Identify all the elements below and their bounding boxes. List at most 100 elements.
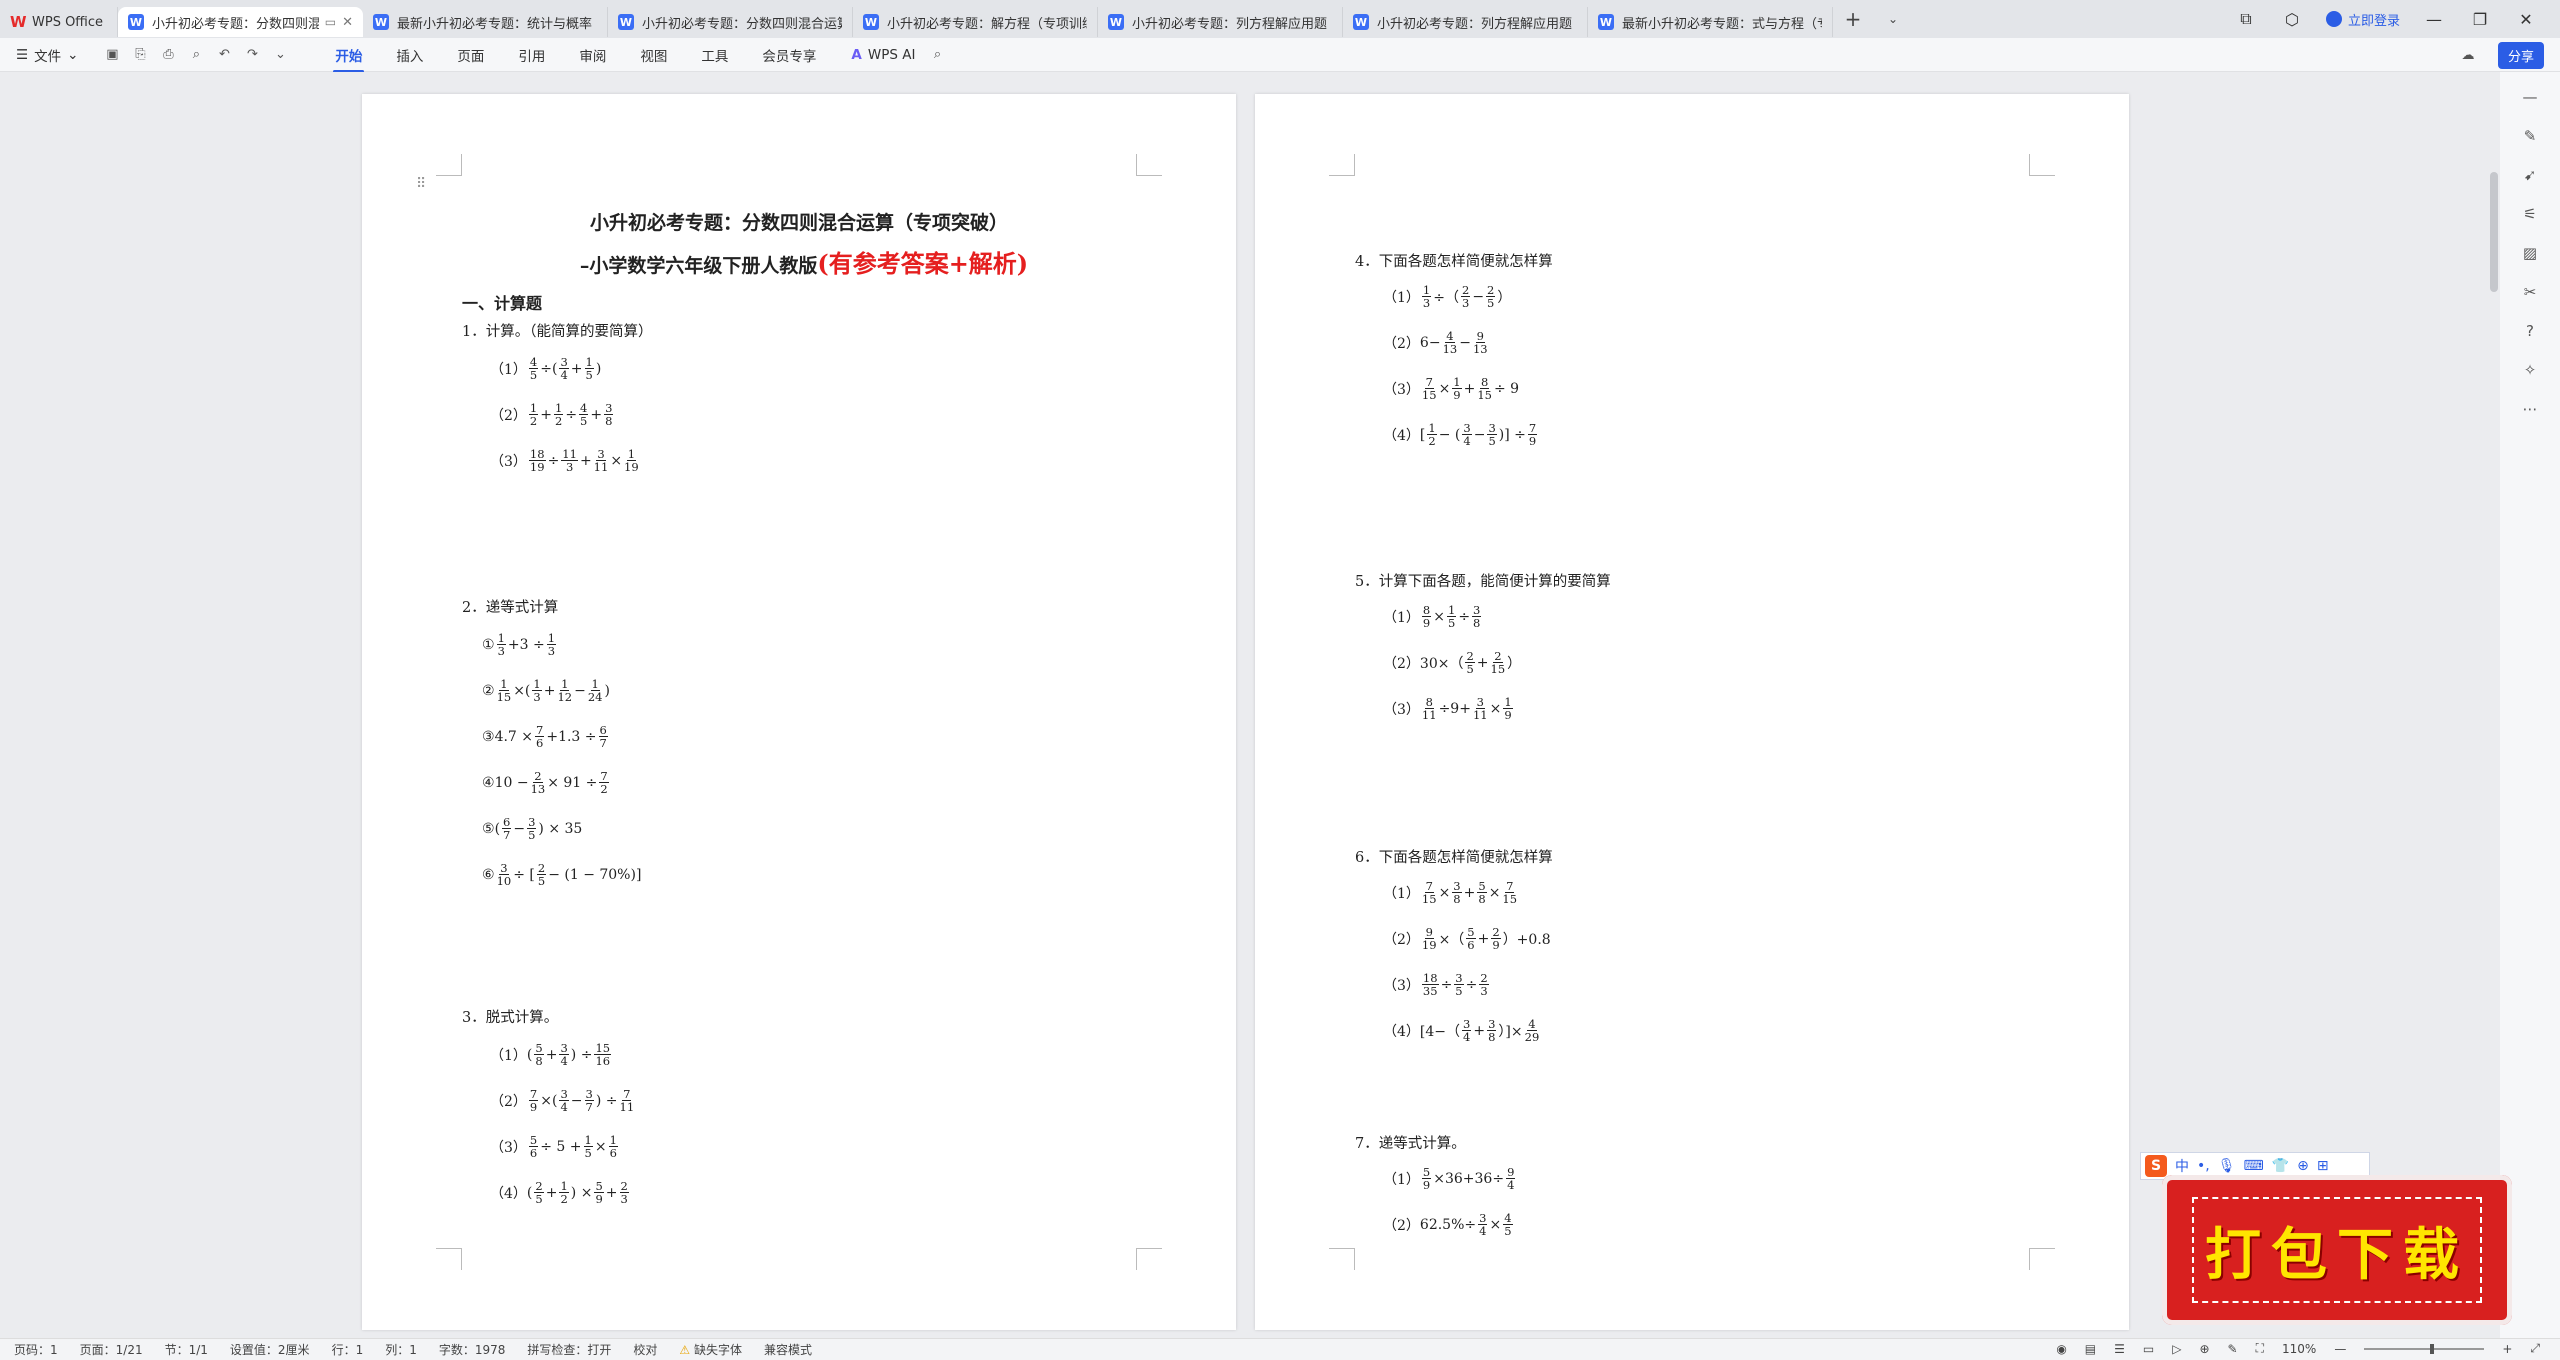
chevron-down-icon[interactable]: ⌄ [272,47,288,63]
save-icon[interactable]: ▣ [104,47,120,63]
title-bar: W WPS Office W 小升初必考专题：分数四则混合运算 ▭ ✕ W 最新… [0,0,2560,38]
new-tab-button[interactable]: + [1833,7,1873,31]
q4-item-1: （1） 1 3 ÷（ 2 3−2 5） [1383,283,1512,311]
minimize-button[interactable]: — [2422,10,2446,29]
close-tab-icon[interactable]: ✕ [342,15,353,30]
menu-review[interactable]: 审阅 [577,41,608,69]
avatar-icon [2325,11,2342,27]
tab-list-chevron-icon[interactable]: ⌄ [1873,12,1913,26]
monitor-icon[interactable]: ▭ [325,15,336,29]
q3-item-3: （3） 5 6 ÷ 5 + 1 5 × 16 [490,1133,618,1161]
question-1: 1．计算。（能简算的要简算） [462,324,653,340]
zoom-level[interactable]: 110% [2282,1342,2316,1356]
question-5: 5．计算下面各题，能简便计算的要简算 [1355,574,1611,590]
export-icon[interactable]: ⎘ [132,47,148,63]
adjust-icon[interactable]: ⚟ [2521,205,2539,223]
right-side-panel: — ✎ ➹ ⚟ ▨ ✂ ? ✧ ⋯ [2500,72,2560,1338]
tab-doc[interactable]: W 最新小升初必考专题：式与方程（专 [1588,7,1833,37]
wps-ai-button[interactable]: A WPS AI [851,47,915,63]
drag-handle-icon[interactable]: ⠿ [416,176,426,192]
read-icon[interactable]: ▭ [2143,1342,2154,1356]
print-preview-icon[interactable]: ⌕ [188,47,204,63]
missing-font-button[interactable]: ⚠ 缺失字体 [679,1341,742,1358]
ai-icon: A [851,46,862,63]
search-icon[interactable]: ⌕ [929,47,945,63]
vertical-scrollbar[interactable] [2490,172,2498,292]
page-corner [1136,154,1162,176]
play-icon[interactable]: ▷ [2172,1342,2181,1356]
document-page-1[interactable]: ⠿ 小升初必考专题：分数四则混合运算（专项突破） –小学数学六年级下册人教版(有… [362,94,1236,1330]
q2-item-4: ④ 10 − 2 13 × 91 ÷ 72 [482,769,609,797]
q3-item-1: （1）(5 8 +3 4) ÷ 15 16 [490,1041,612,1069]
q1-item-3: （3） 18 19 ÷ 11 3 +3 11 × 1 19 [490,447,639,475]
page-view-icon[interactable]: ▤ [2085,1342,2096,1356]
q6-item-1: （1） 7 15 × 3 8 +5 8 × 7 15 [1383,879,1518,907]
tab-doc[interactable]: W 小升初必考专题：列方程解应用题（ [1098,7,1343,37]
file-menu[interactable]: ☰ 文件 ⌄ [16,45,78,65]
q2-item-3: ③ 4.7 × 7 6 +1.3 ÷ 67 [482,723,608,751]
fit-icon[interactable]: ⛶ [2256,1341,2264,1356]
q5-item-2: （2） 30×（ 2 5 +2 15） [1383,649,1522,677]
menu-member[interactable]: 会员专享 [760,41,818,69]
zoom-slider-knob[interactable] [2430,1343,2435,1354]
page-corner [1329,154,1355,176]
download-promo-banner[interactable]: 打包下载 [2162,1175,2512,1325]
outline-icon[interactable]: ☰ [2114,1342,2125,1356]
write-icon[interactable]: ✎ [2228,1342,2238,1356]
menu-view[interactable]: 视图 [638,41,669,69]
eye-icon[interactable]: ◉ [2056,1342,2066,1356]
tab-wps-office[interactable]: W WPS Office [0,7,118,37]
ribbon-toolbar: ☰ 文件 ⌄ ▣ ⎘ ⎙ ⌕ ↶ ↷ ⌄ 开始 插入 页面 引用 审阅 视图 工… [0,38,2560,73]
zoom-in-button[interactable]: + [2502,1342,2512,1356]
menu-insert[interactable]: 插入 [394,41,425,69]
question-7: 7．递等式计算。 [1355,1136,1466,1152]
redo-icon[interactable]: ↷ [244,47,260,63]
select-icon[interactable]: ➹ [2521,166,2539,184]
more-icon[interactable]: ⋯ [2521,400,2539,418]
web-icon[interactable]: ⊕ [2199,1342,2209,1356]
cube-icon[interactable]: ⬡ [2280,10,2304,29]
collapse-icon[interactable]: — [2521,88,2539,106]
menu-tools[interactable]: 工具 [699,41,730,69]
restore-button[interactable]: ❐ [2468,10,2492,29]
doc-icon: W [373,14,389,30]
doc-icon: W [1108,14,1124,30]
tab-doc[interactable]: W 小升初必考专题：列方程解应用题（ [1343,7,1588,37]
page-corner [436,154,462,176]
keyboard-icon: ⌨ [2243,1158,2264,1174]
game-icon: ⊕ [2297,1158,2309,1174]
fullscreen-icon[interactable]: ⤢ [2530,1341,2540,1356]
close-window-button[interactable]: ✕ [2514,10,2538,29]
pen-icon[interactable]: ✎ [2521,127,2539,145]
tab-doc[interactable]: W 小升初必考专题：解方程（专项训练 [853,7,1098,37]
share-button[interactable]: 分享 [2497,42,2544,69]
window-layout-icon[interactable]: ⧉ [2234,9,2258,29]
q4-item-2: （2） 6− 4 13− 9 13 [1383,329,1488,357]
zoom-slider[interactable] [2364,1343,2485,1354]
mic-icon: 🎙 [2217,1158,2236,1174]
image-icon[interactable]: ▨ [2521,244,2539,262]
shirt-icon: 👕 [2271,1158,2290,1174]
print-icon[interactable]: ⎙ [160,47,176,63]
tab-doc[interactable]: W 最新小升初必考专题：统计与概率（ [363,7,608,37]
tools-icon[interactable]: ✂ [2521,283,2539,301]
document-page-2[interactable]: 4．下面各题怎样简便就怎样算 （1） 1 3 ÷（ 2 3−2 5） （2） 6− 4 13− … [1255,94,2129,1330]
q2-item-5: ⑤(6 7−3 5) × 35 [482,815,583,843]
menu-home[interactable]: 开始 [333,41,365,73]
tab-doc-active[interactable]: W 小升初必考专题：分数四则混合运算 ▭ ✕ [118,7,363,37]
cloud-icon[interactable]: ☁ [2460,48,2476,64]
document-workspace: ⠿ 小升初必考专题：分数四则混合运算（专项突破） –小学数学六年级下册人教版(有… [0,72,2500,1338]
tab-doc[interactable]: W 小升初必考专题：分数四则混合运算 [608,7,853,37]
login-button[interactable]: 立即登录 [2325,10,2400,29]
zoom-out-button[interactable]: — [2334,1342,2346,1356]
menu-page[interactable]: 页面 [455,41,486,69]
menu-icon: ☰ [16,46,29,63]
question-6: 6．下面各题怎样简便就怎样算 [1355,850,1553,866]
help-icon[interactable]: ? [2521,322,2539,340]
q2-item-6: ⑥ 3 10 ÷ [2 5− (1 − 70%)] [482,861,642,889]
undo-icon[interactable]: ↶ [216,47,232,63]
q5-item-3: （3） 8 11 ÷9+ 3 11 × 1 9 [1383,695,1513,723]
gift-icon[interactable]: ✧ [2521,361,2539,379]
menu-references[interactable]: 引用 [516,41,547,69]
sogou-icon: S [2145,1155,2167,1177]
